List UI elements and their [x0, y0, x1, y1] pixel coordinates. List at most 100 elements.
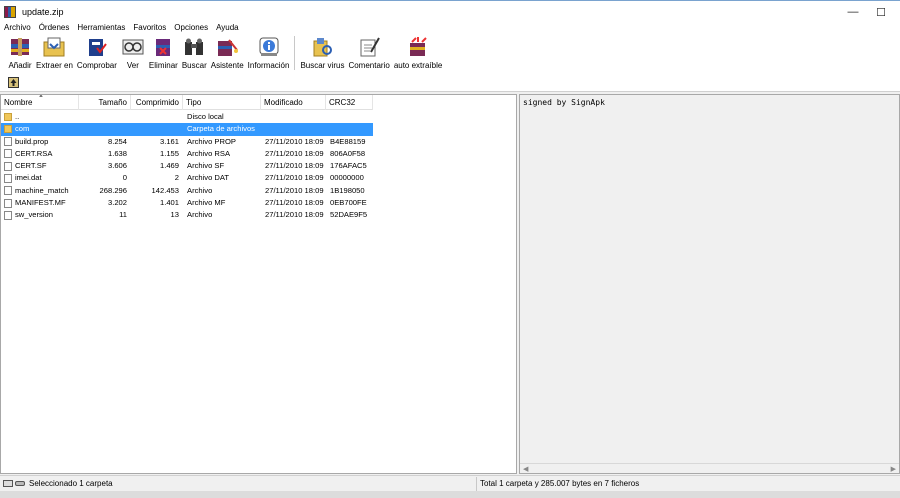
- file-packed-size: 1.469: [159, 161, 179, 171]
- file-type: Archivo: [187, 185, 213, 195]
- file-crc: 176AFAC5: [330, 161, 367, 171]
- up-folder-button[interactable]: [8, 77, 19, 88]
- comment-label: Comentario: [348, 61, 390, 70]
- view-button[interactable]: Ver: [119, 36, 147, 72]
- comment-button[interactable]: Comentario: [346, 36, 391, 72]
- key-icon[interactable]: [15, 481, 25, 486]
- file-row[interactable]: sw_version 11 13 Archivo 27/11/2010 18:09 52D…: [1, 209, 373, 221]
- status-divider: [476, 477, 477, 491]
- view-icon: [121, 36, 145, 58]
- file-modified: 27/11/2010 18:09: [265, 148, 324, 158]
- file-type: Archivo: [187, 210, 213, 220]
- sfx-button[interactable]: auto extraíble: [392, 36, 444, 72]
- file-row[interactable]: machine_match 268.296 142.453 Archivo 27/11/…: [1, 185, 373, 197]
- column-header-packed[interactable]: Comprimido: [131, 95, 183, 110]
- extract-icon: [42, 36, 66, 58]
- wizard-icon: [215, 36, 239, 58]
- column-header-modified[interactable]: Modificado: [261, 95, 326, 110]
- file-icon: [4, 186, 12, 196]
- scroll-right-icon[interactable]: ▶: [891, 465, 896, 473]
- toolbar: Añadir Extraer en Comprobar Ver Eliminar: [0, 34, 900, 92]
- find-button[interactable]: Buscar: [180, 36, 209, 72]
- file-crc: 0EB700FE: [330, 198, 367, 208]
- file-name-cell: machine_match: [4, 185, 78, 197]
- menu-bar: Archivo Órdenes Herramientas Favoritos O…: [0, 22, 900, 34]
- menu-opciones[interactable]: Opciones: [170, 23, 212, 33]
- file-name-cell: CERT.RSA: [4, 148, 78, 160]
- file-name: ..: [15, 112, 20, 121]
- menu-ayuda[interactable]: Ayuda: [212, 23, 243, 33]
- delete-button[interactable]: Eliminar: [147, 36, 180, 72]
- toolbar-separator: [294, 36, 296, 70]
- menu-ordenes[interactable]: Órdenes: [35, 23, 74, 33]
- file-row[interactable]: CERT.RSA 1.638 1.155 Archivo RSA 27/11/2010 …: [1, 148, 373, 160]
- virus-scan-icon: [310, 36, 334, 58]
- file-list-panel[interactable]: ▲ Nombre Tamaño Comprimido Tipo Modifica…: [0, 94, 517, 474]
- sfx-label: auto extraíble: [393, 61, 443, 70]
- file-crc: 00000000: [330, 173, 364, 183]
- file-modified: 27/11/2010 18:09: [265, 136, 324, 146]
- column-header-size[interactable]: Tamaño: [79, 95, 131, 110]
- file-modified: 27/11/2010 18:09: [265, 161, 324, 171]
- column-header-name[interactable]: Nombre: [1, 95, 79, 110]
- file-row[interactable]: build.prop 8.254 3.161 Archivo PROP 27/11/20…: [1, 136, 373, 148]
- file-row[interactable]: MANIFEST.MF 3.202 1.401 Archivo MF 27/11/201…: [1, 197, 373, 209]
- minimize-icon[interactable]: —: [838, 1, 868, 23]
- file-row[interactable]: com Carpeta de archivos: [1, 123, 373, 136]
- drive-icon[interactable]: [3, 480, 13, 487]
- file-crc: 806A0F58: [330, 148, 366, 158]
- file-type: Archivo DAT: [187, 173, 230, 183]
- wizard-label: Asistente: [210, 61, 244, 70]
- file-name-cell: com: [4, 123, 78, 135]
- column-header-crc[interactable]: CRC32: [326, 95, 373, 110]
- sfx-icon: [406, 36, 430, 58]
- virus-scan-button[interactable]: Buscar virus: [298, 36, 346, 72]
- menu-archivo[interactable]: Archivo: [0, 23, 35, 33]
- toolbar-main-group: Añadir Extraer en Comprobar Ver Eliminar: [6, 36, 444, 72]
- file-icon: [4, 173, 12, 183]
- folder-icon: [4, 113, 12, 121]
- comment-icon: [357, 36, 381, 58]
- file-size: 3.202: [107, 198, 127, 208]
- file-crc: B4E88159: [330, 136, 366, 146]
- column-header-type[interactable]: Tipo: [183, 95, 261, 110]
- status-total: Total 1 carpeta y 285.007 bytes en 7 fic…: [480, 479, 640, 488]
- window-bottom-border: [0, 491, 900, 498]
- file-crc: 52DAE9F5: [330, 210, 368, 220]
- winrar-app-icon: [4, 5, 16, 18]
- view-label: Ver: [126, 61, 139, 70]
- file-name-cell: ..: [4, 111, 78, 123]
- wizard-button[interactable]: Asistente: [209, 36, 246, 72]
- title-bar: update.zip — ☐: [0, 0, 900, 22]
- file-packed-size: 3.161: [159, 136, 179, 146]
- add-label: Añadir: [8, 61, 32, 70]
- up-arrow-icon: [10, 79, 17, 86]
- file-packed-size: 1.155: [159, 148, 179, 158]
- add-button[interactable]: Añadir: [6, 36, 34, 72]
- file-packed-size: 1.401: [159, 198, 179, 208]
- info-button[interactable]: Información: [246, 36, 292, 72]
- file-modified: 27/11/2010 18:09: [265, 173, 324, 183]
- menu-herramientas[interactable]: Herramientas: [73, 23, 129, 33]
- file-type: Archivo RSA: [187, 148, 231, 158]
- file-type: Archivo SF: [187, 161, 225, 171]
- file-type: Disco local: [187, 112, 224, 121]
- file-row[interactable]: CERT.SF 3.606 1.469 Archivo SF 27/11/2010 18…: [1, 160, 373, 172]
- scroll-left-icon[interactable]: ◀: [523, 465, 528, 473]
- comment-panel[interactable]: signed by SignApk ◀ ▶: [519, 94, 900, 474]
- find-icon: [182, 36, 206, 58]
- menu-favoritos[interactable]: Favoritos: [129, 23, 170, 33]
- file-type: Archivo PROP: [187, 136, 236, 146]
- test-button[interactable]: Comprobar: [75, 36, 119, 72]
- file-name-cell: CERT.SF: [4, 160, 78, 172]
- file-row[interactable]: imei.dat 0 2 Archivo DAT 27/11/2010 18:09 000…: [1, 172, 373, 184]
- maximize-icon[interactable]: ☐: [866, 1, 896, 23]
- horizontal-scrollbar[interactable]: ◀ ▶: [520, 463, 899, 473]
- file-packed-size: 2: [174, 173, 179, 183]
- find-label: Buscar: [181, 61, 207, 70]
- info-label: Información: [247, 61, 290, 70]
- file-name: build.prop: [15, 136, 49, 146]
- extract-button[interactable]: Extraer en: [34, 36, 75, 72]
- file-row[interactable]: .. Disco local: [1, 111, 373, 123]
- delete-icon: [151, 36, 175, 58]
